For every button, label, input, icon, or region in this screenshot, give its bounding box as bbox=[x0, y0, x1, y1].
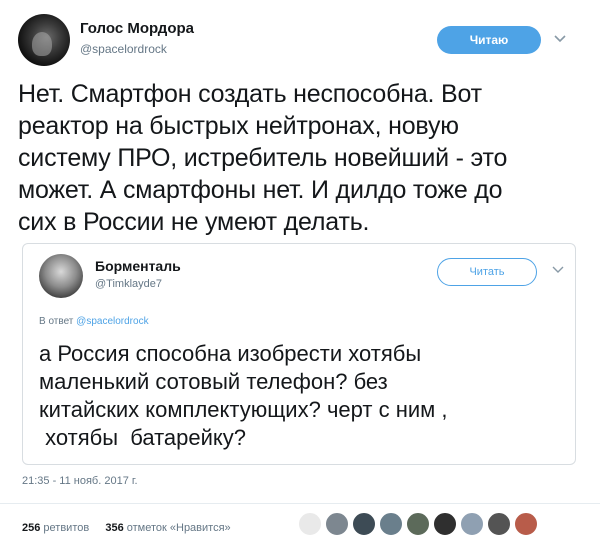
liker-avatar-7[interactable] bbox=[460, 512, 484, 536]
likes-label[interactable]: отметок «Нравится» bbox=[127, 522, 231, 534]
author-handle[interactable]: @spacelordrock bbox=[80, 42, 167, 56]
author-name[interactable]: Голос Мордора bbox=[80, 20, 194, 37]
retweets-count[interactable]: 256 bbox=[22, 522, 40, 534]
tweet-text-line: сих в России не умеют делать. bbox=[18, 208, 370, 236]
tweet-text-line: Нет. Смартфон создать неспособна. Вот bbox=[18, 80, 482, 108]
quoted-text-line: китайских комплектующих? черт с ним , bbox=[39, 397, 448, 422]
chevron-down-icon[interactable] bbox=[552, 30, 568, 46]
liker-avatar-4[interactable] bbox=[379, 512, 403, 536]
liker-avatar-1[interactable] bbox=[298, 512, 322, 536]
liker-avatar-3[interactable] bbox=[352, 512, 376, 536]
tweet-text: Нет. Смартфон создать неспособна. Вот ре… bbox=[18, 78, 578, 238]
tweet-text-line: может. А смартфоны нет. И дилдо тоже до bbox=[18, 176, 503, 204]
quoted-author-name[interactable]: Борменталь bbox=[95, 258, 181, 274]
liker-avatar-6[interactable] bbox=[433, 512, 457, 536]
author-avatar[interactable] bbox=[18, 14, 70, 66]
quoted-tweet-card[interactable]: Борменталь @Timklayde7 Читать В ответ @s… bbox=[22, 243, 576, 465]
follow-button[interactable]: Читать bbox=[437, 258, 537, 286]
quoted-text-line: маленький сотовый телефон? без bbox=[39, 369, 388, 394]
quoted-author-handle[interactable]: @Timklayde7 bbox=[95, 278, 162, 290]
likes-count[interactable]: 356 bbox=[105, 522, 123, 534]
liker-avatar-8[interactable] bbox=[487, 512, 511, 536]
retweets-label[interactable]: ретвитов bbox=[43, 522, 89, 534]
tweet-stats: 256 ретвитов 356 отметок «Нравится» bbox=[22, 522, 231, 534]
quoted-text-line: а Россия способна изобрести хотябы bbox=[39, 341, 422, 366]
chevron-down-icon[interactable] bbox=[551, 262, 565, 276]
quoted-text-line: хотябы батарейку? bbox=[39, 425, 247, 450]
quoted-tweet-text: а Россия способна изобрести хотябы мален… bbox=[39, 340, 559, 452]
tweet-text-line: систему ПРО, истребитель новейший - это bbox=[18, 144, 508, 172]
tweet-timestamp[interactable]: 21:35 - 11 нояб. 2017 г. bbox=[22, 475, 138, 487]
liker-avatar-5[interactable] bbox=[406, 512, 430, 536]
liker-avatar-2[interactable] bbox=[325, 512, 349, 536]
liker-avatar-9[interactable] bbox=[514, 512, 538, 536]
following-button[interactable]: Читаю bbox=[437, 26, 541, 54]
reply-prefix: В ответ bbox=[39, 316, 74, 327]
tweet-text-line: реактор на быстрых нейтронах, новую bbox=[18, 112, 459, 140]
quoted-author-avatar[interactable] bbox=[39, 254, 83, 298]
divider bbox=[0, 503, 600, 504]
reply-handle-link[interactable]: @spacelordrock bbox=[76, 316, 148, 327]
reply-context: В ответ @spacelordrock bbox=[39, 316, 149, 327]
